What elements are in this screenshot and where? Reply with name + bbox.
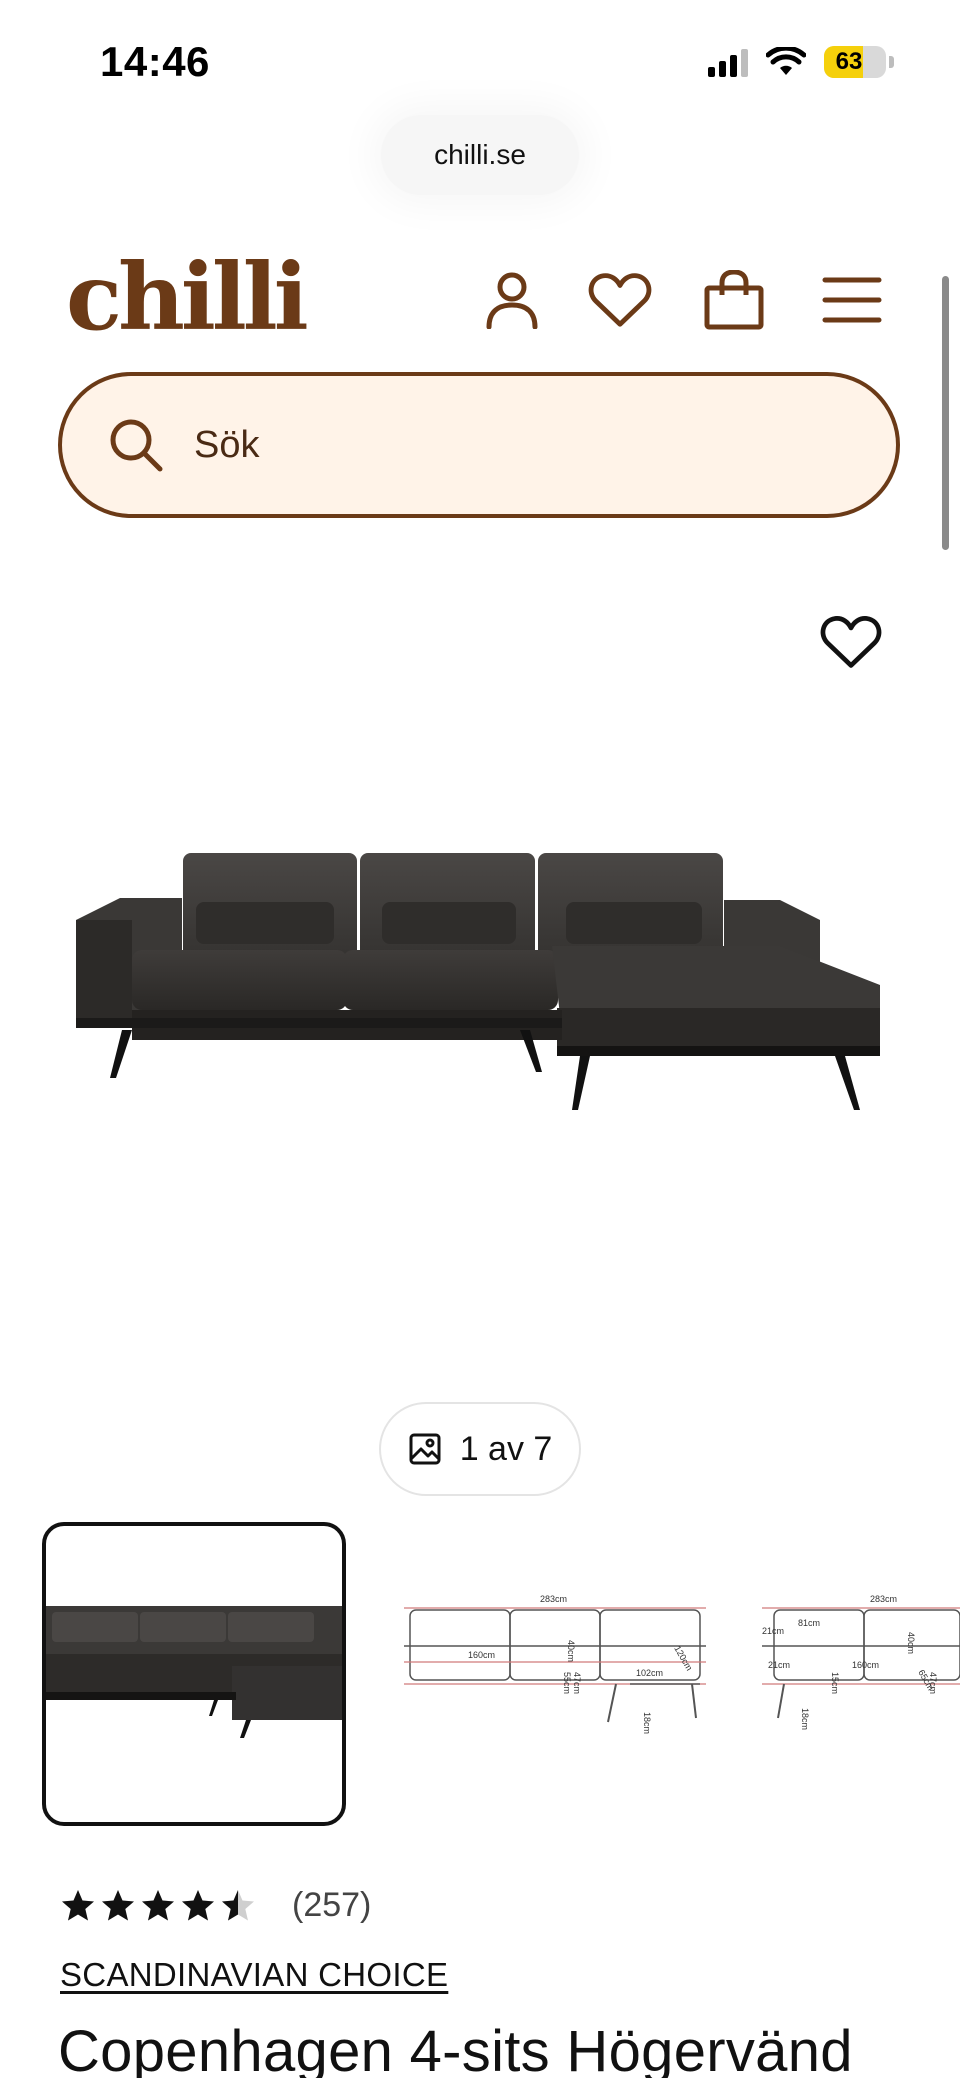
wishlist-icon[interactable] (588, 268, 652, 332)
dimension-label: 21cm (762, 1626, 784, 1636)
dimension-label: 160cm (468, 1650, 495, 1660)
status-icons: 63 (708, 46, 894, 78)
thumbnail-sofa-photo[interactable] (42, 1522, 346, 1826)
star-icon (62, 1889, 94, 1920)
gallery-counter-text: 1 av 7 (459, 1429, 553, 1468)
gallery-counter: 1 av 7 (379, 1402, 581, 1496)
dimension-label: 120cm (672, 1644, 694, 1672)
star-icon (102, 1889, 134, 1920)
cart-icon[interactable] (702, 268, 766, 332)
dimension-label: 47cm (572, 1672, 582, 1694)
image-icon (409, 1433, 441, 1465)
search-bar[interactable] (58, 372, 900, 518)
dimension-label: 102cm (636, 1668, 663, 1678)
page-scrollbar[interactable] (942, 276, 949, 550)
battery-icon: 63 (824, 46, 886, 78)
star-icon (142, 1889, 174, 1920)
account-icon[interactable] (480, 268, 544, 332)
dimension-label: 18cm (642, 1712, 652, 1734)
url-bar[interactable]: chilli.se (381, 115, 579, 195)
dimension-label: 15cm (830, 1672, 840, 1694)
dimension-label: 21cm (768, 1660, 790, 1670)
dimension-label: 283cm (870, 1594, 897, 1604)
thumbnail-sofa-dimension-drawing-front[interactable]: 283cm 40cm 55cm 47cm 160cm 102cm 120cm 1… (400, 1522, 706, 1826)
dimension-label: 55cm (562, 1672, 572, 1694)
add-to-wishlist-button[interactable] (820, 614, 884, 678)
brand-link[interactable]: SCANDINAVIAN CHOICE (60, 1956, 448, 1994)
menu-icon[interactable] (820, 268, 884, 332)
status-time: 14:46 (100, 38, 210, 85)
star-icon (182, 1889, 214, 1920)
chilli-logo[interactable]: chilli (66, 242, 309, 352)
cellular-signal-icon (708, 47, 748, 77)
dimension-label: 40cm (566, 1640, 576, 1662)
dimension-label: 81cm (798, 1618, 820, 1628)
battery-level: 63 (835, 48, 863, 75)
heart-icon (820, 616, 882, 668)
thumbnail-sofa-dimension-drawing-side[interactable]: 283cm 81cm 21cm 160cm 40cm 15cm 47cm 18c… (762, 1522, 960, 1826)
dimension-label: 18cm (800, 1708, 810, 1730)
star-icon (222, 1889, 254, 1920)
search-input[interactable] (194, 423, 794, 467)
rating-stars (60, 1888, 256, 1924)
dimension-label: 40cm (906, 1632, 916, 1654)
wifi-icon (766, 47, 806, 75)
site-header: chilli (0, 240, 960, 360)
review-count[interactable]: (257) (292, 1886, 371, 1925)
dimension-label: 283cm (540, 1594, 567, 1604)
status-bar: 14:46 63 (0, 0, 960, 110)
dimension-label: 160cm (852, 1660, 879, 1670)
search-icon (110, 419, 163, 472)
product-image[interactable] (60, 810, 900, 1150)
battery-nub (889, 56, 894, 68)
gallery-thumbnails: 283cm 40cm 55cm 47cm 160cm 102cm 120cm 1… (0, 1520, 960, 1830)
product-rating[interactable]: (257) (60, 1886, 371, 1925)
product-title: Copenhagen 4-sits Högervänd (58, 2019, 853, 2078)
